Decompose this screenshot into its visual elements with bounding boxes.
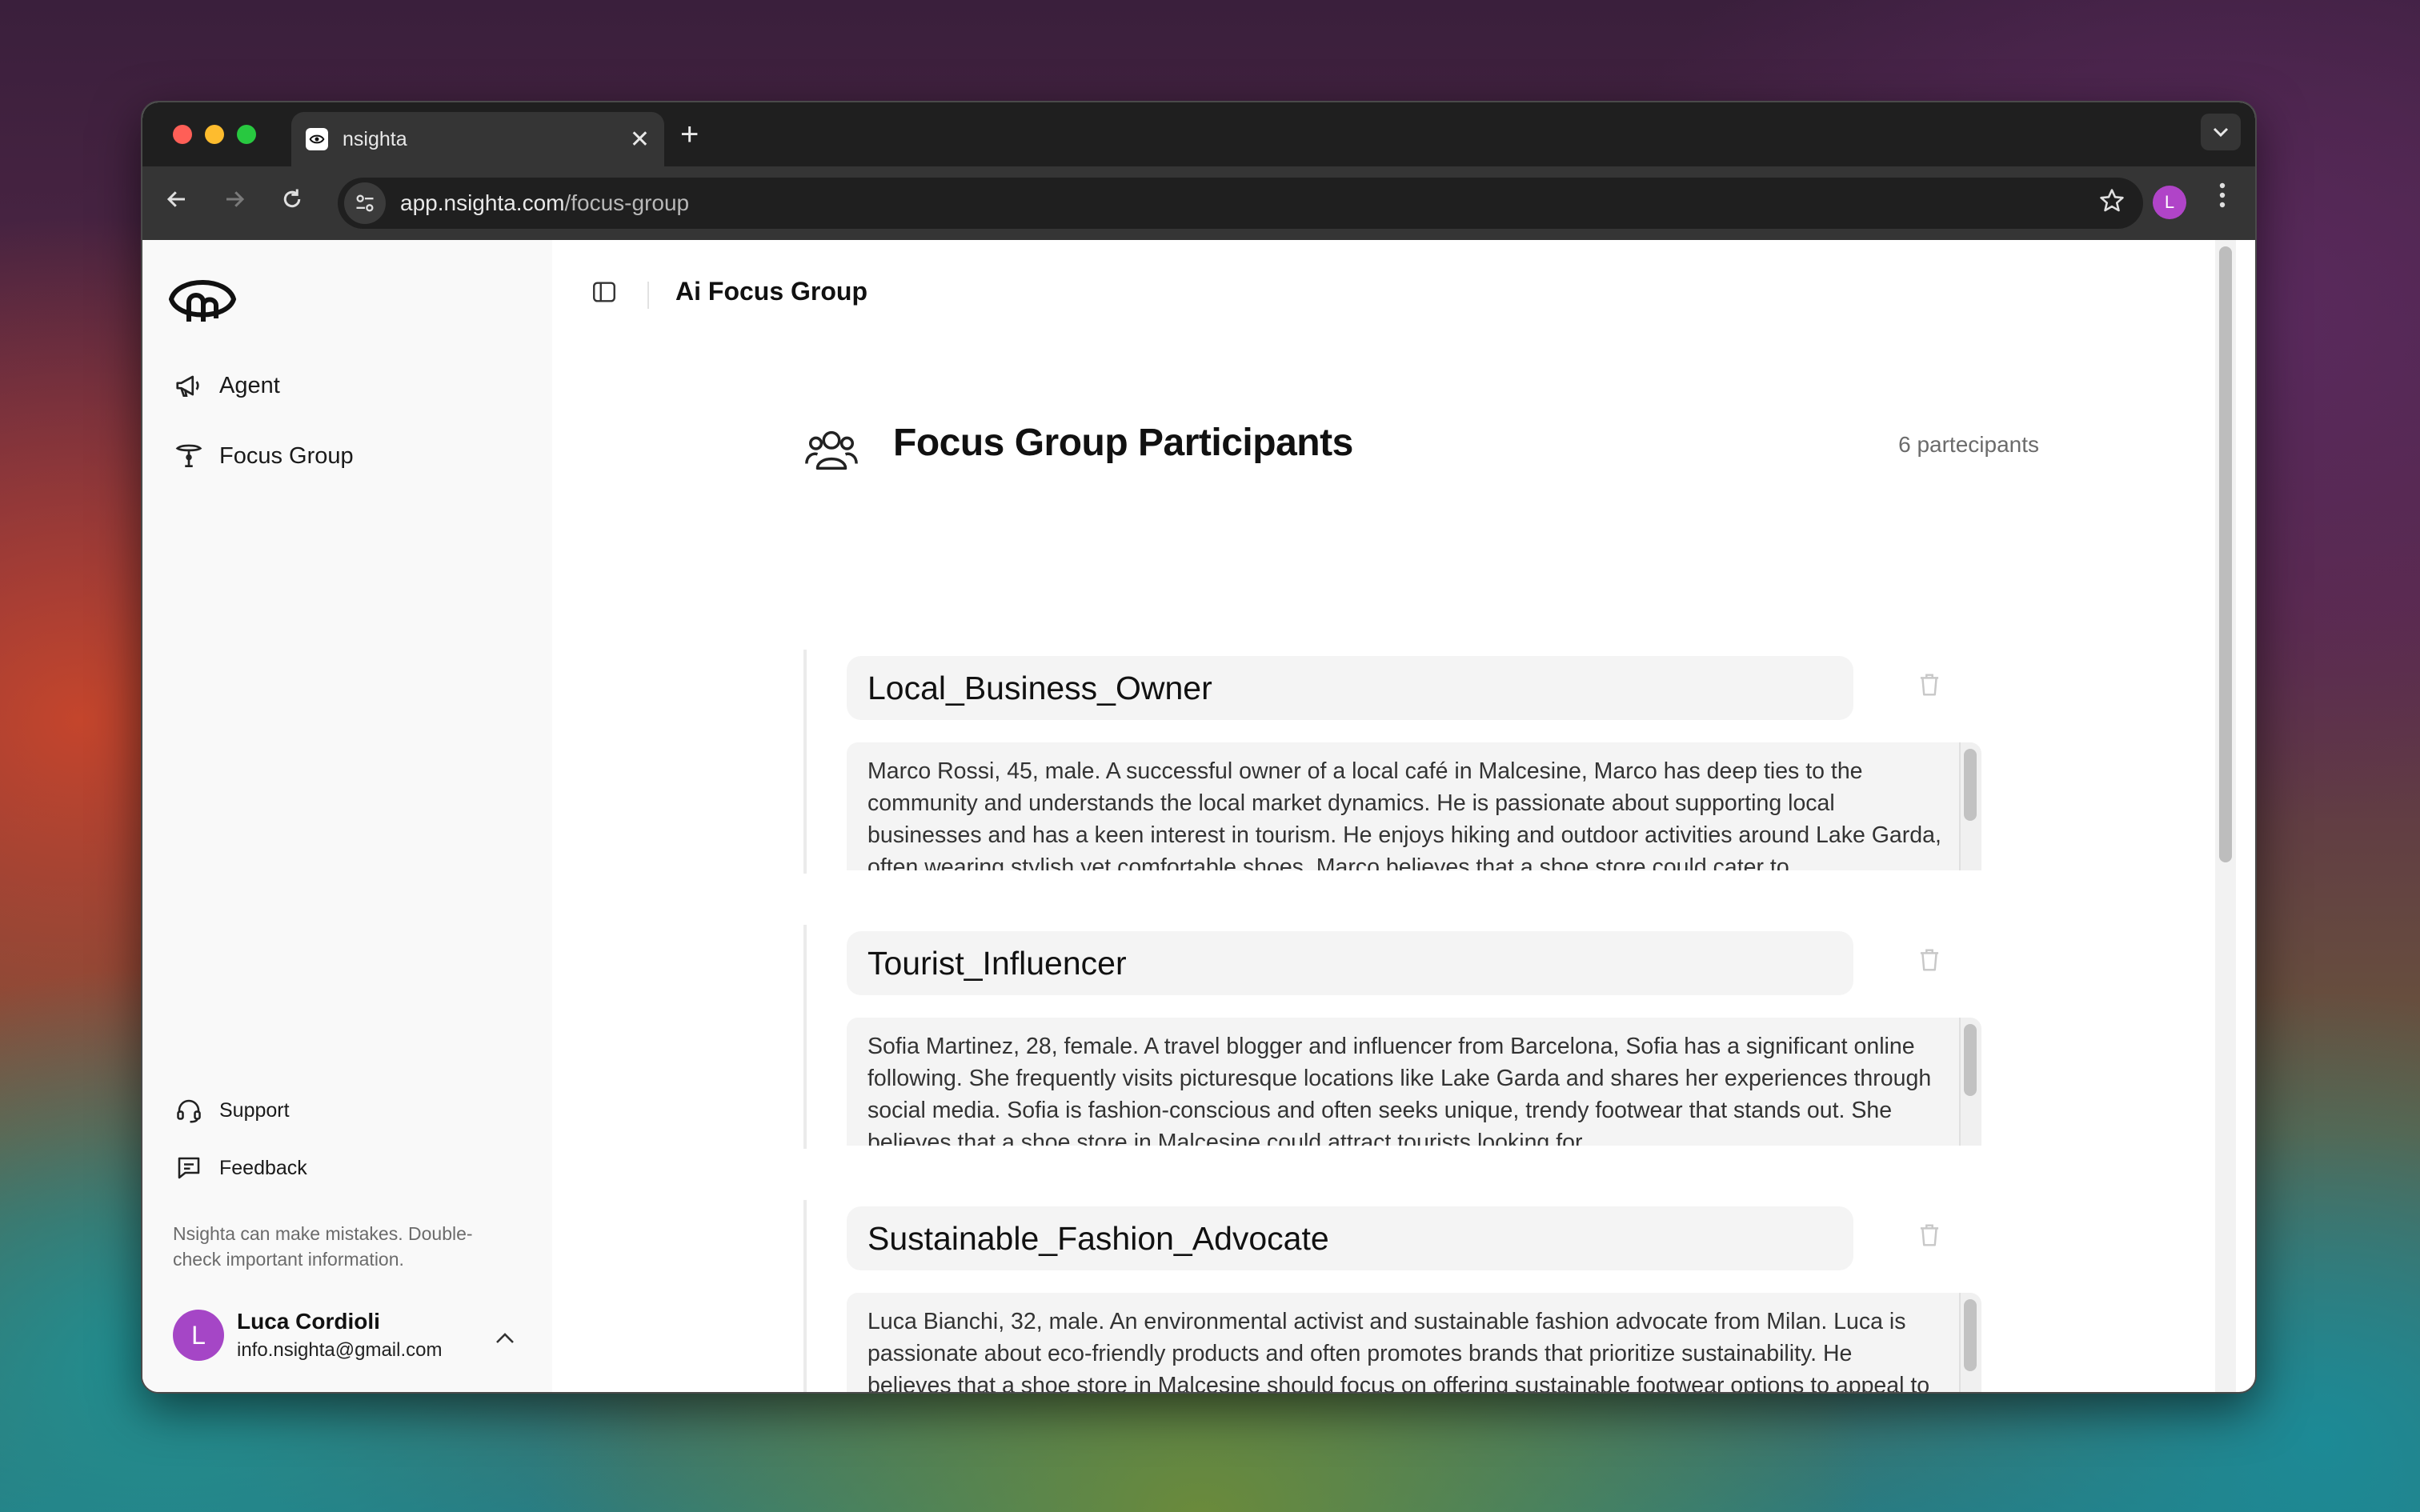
arrow-right-icon — [226, 191, 245, 207]
browser-window: nsighta ✕ + app.nsighta.com/focus-group … — [141, 101, 2257, 1394]
sidebar-item-label: Focus Group — [219, 442, 354, 469]
participant-name-input[interactable]: Tourist_Influencer — [847, 931, 1853, 995]
reload-button[interactable] — [274, 184, 311, 221]
participant-name-input[interactable]: Sustainable_Fashion_Advocate — [847, 1206, 1853, 1270]
sidebar: Agent Focus Group Support Feedback Nsigh… — [142, 240, 552, 1392]
user-name: Luca Cordioli — [237, 1309, 380, 1334]
browser-profile-avatar[interactable]: L — [2153, 186, 2186, 219]
app-area: Agent Focus Group Support Feedback Nsigh… — [142, 240, 2236, 1394]
lamp-icon — [173, 440, 205, 472]
sidebar-item-label: Feedback — [219, 1156, 307, 1179]
disclaimer-text: Nsighta can make mistakes. Double-check … — [173, 1223, 473, 1270]
sidebar-item-label: Agent — [219, 372, 280, 398]
sidebar-item-agent[interactable]: Agent — [173, 370, 280, 402]
tab-search-button[interactable] — [2201, 114, 2241, 150]
description-scrollbar[interactable] — [1959, 742, 1981, 870]
maximize-window-button[interactable] — [237, 125, 256, 144]
page-title: Ai Focus Group — [675, 277, 867, 306]
forward-button[interactable] — [216, 184, 253, 221]
avatar: L — [173, 1310, 224, 1361]
tab-close-icon[interactable]: ✕ — [630, 126, 650, 154]
participant-description: Marco Rossi, 45, male. A successful owne… — [867, 758, 1941, 870]
nsighta-favicon-icon — [306, 128, 328, 150]
url-path: /focus-group — [564, 190, 690, 215]
nsighta-logo-icon[interactable] — [166, 270, 238, 330]
participant-card: Sustainable_Fashion_Advocate Luca Bianch… — [803, 1200, 2052, 1394]
browser-toolbar: app.nsighta.com/focus-group L — [142, 166, 2255, 240]
tab-strip: nsighta ✕ + — [142, 102, 2255, 166]
chevron-up-icon[interactable] — [495, 1328, 515, 1350]
tab-title: nsighta — [343, 127, 407, 150]
section-title: Focus Group Participants — [893, 422, 1353, 464]
description-scrollbar[interactable] — [1959, 1293, 1981, 1392]
scrollbar-thumb[interactable] — [1964, 1024, 1977, 1096]
participant-card: Tourist_Influencer Sofia Martinez, 28, f… — [803, 925, 2052, 1149]
back-button[interactable] — [158, 184, 195, 221]
chevron-down-icon — [2213, 127, 2229, 138]
participant-description: Sofia Martinez, 28, female. A travel blo… — [867, 1034, 1932, 1146]
arrow-left-icon — [166, 191, 185, 207]
site-settings-icon[interactable] — [344, 182, 386, 224]
minimize-window-button[interactable] — [205, 125, 224, 144]
participant-description: Luca Bianchi, 32, male. An environmental… — [867, 1309, 1930, 1394]
url-text: app.nsighta.com/focus-group — [400, 190, 689, 216]
participant-name-input[interactable]: Local_Business_Owner — [847, 656, 1853, 720]
reload-icon — [283, 189, 301, 208]
new-tab-button[interactable]: + — [680, 118, 699, 150]
sidebar-item-label: Support — [219, 1098, 290, 1122]
sidebar-item-support[interactable]: Support — [173, 1094, 290, 1126]
bookmark-star-icon[interactable] — [2098, 187, 2126, 222]
trash-icon[interactable] — [1917, 947, 1941, 977]
scrollbar-thumb[interactable] — [1964, 1299, 1977, 1371]
description-scrollbar[interactable] — [1959, 1018, 1981, 1146]
message-square-icon — [173, 1152, 205, 1184]
trash-icon[interactable] — [1917, 672, 1941, 702]
user-email: info.nsighta@gmail.com — [237, 1339, 443, 1361]
users-group-icon — [803, 426, 859, 478]
megaphone-icon — [173, 370, 205, 402]
scrollbar-thumb[interactable] — [1964, 749, 1977, 821]
address-bar[interactable]: app.nsighta.com/focus-group — [338, 178, 2143, 229]
page-scrollbar[interactable] — [2215, 240, 2236, 1392]
scrollbar-thumb[interactable] — [2219, 246, 2232, 862]
close-window-button[interactable] — [173, 125, 192, 144]
participant-description-textarea[interactable]: Luca Bianchi, 32, male. An environmental… — [847, 1293, 1981, 1394]
user-profile[interactable]: L Luca Cordioli info.nsighta@gmail.com — [173, 1309, 442, 1362]
headset-icon — [173, 1094, 205, 1126]
window-controls — [173, 125, 256, 144]
participant-count: 6 partecipants — [1898, 432, 2039, 457]
sidebar-item-focus-group[interactable]: Focus Group — [173, 440, 354, 472]
participant-card: Local_Business_Owner Marco Rossi, 45, ma… — [803, 650, 2052, 874]
browser-tab[interactable]: nsighta ✕ — [291, 112, 664, 166]
sidebar-item-feedback[interactable]: Feedback — [173, 1152, 307, 1184]
participant-description-textarea[interactable]: Marco Rossi, 45, male. A successful owne… — [847, 742, 1981, 870]
trash-icon[interactable] — [1917, 1222, 1941, 1252]
url-host: app.nsighta.com — [400, 190, 565, 215]
toggle-sidebar-icon[interactable] — [591, 278, 618, 310]
browser-menu-icon[interactable] — [2218, 181, 2226, 217]
participant-description-textarea[interactable]: Sofia Martinez, 28, female. A travel blo… — [847, 1018, 1981, 1146]
header-divider — [647, 282, 649, 309]
